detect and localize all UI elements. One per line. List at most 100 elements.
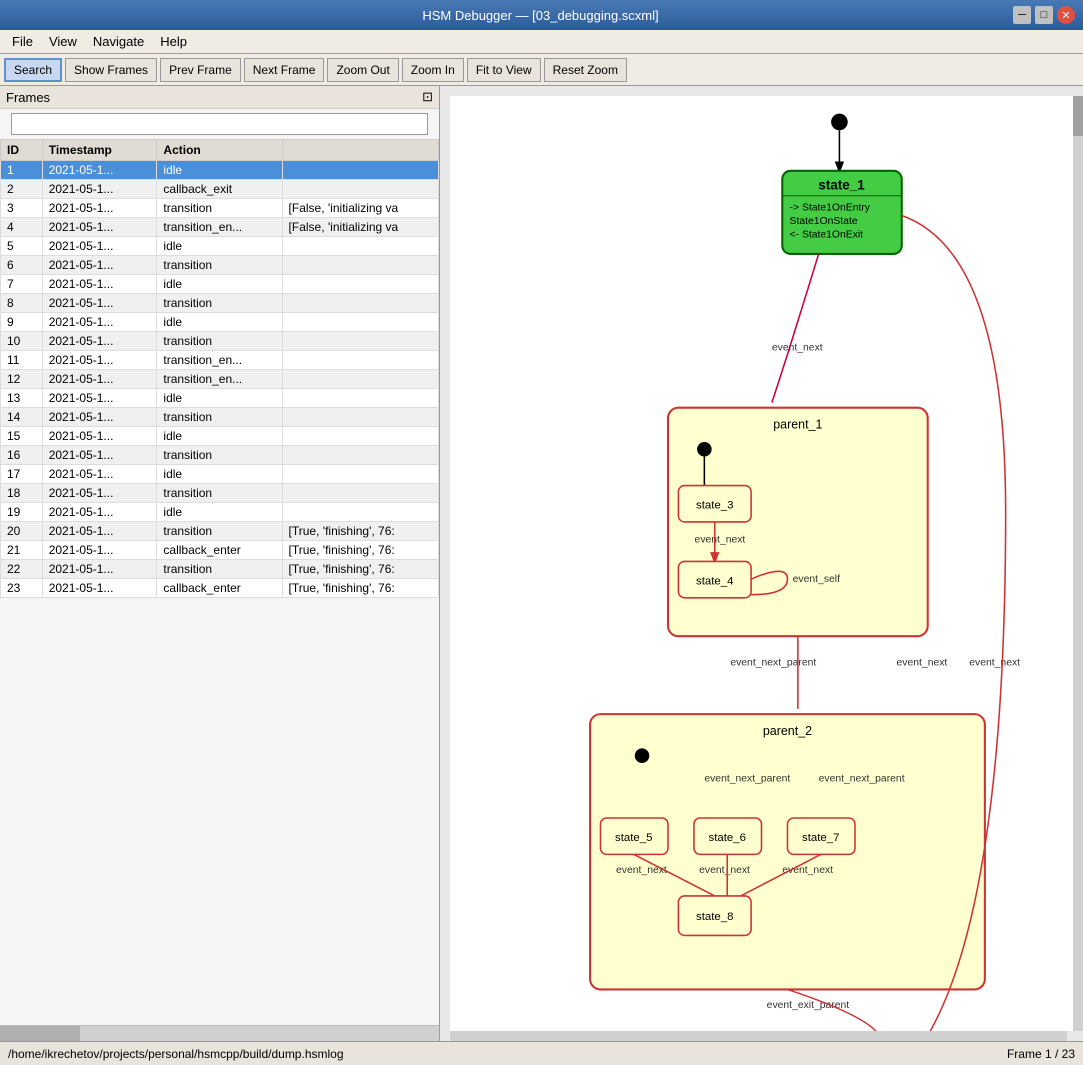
cell-extra — [282, 161, 438, 180]
right-panel: state_1 -> State1OnEntry State1OnState <… — [440, 86, 1083, 1041]
cell-extra: [False, 'initializing va — [282, 199, 438, 218]
cell-timestamp: 2021-05-1... — [42, 275, 157, 294]
fit-to-view-button[interactable]: Fit to View — [467, 58, 541, 82]
menu-navigate[interactable]: Navigate — [85, 32, 152, 51]
table-row[interactable]: 3 2021-05-1... transition [False, 'initi… — [1, 199, 439, 218]
cell-timestamp: 2021-05-1... — [42, 579, 157, 598]
label-event-next-parent-1: event_next_parent — [730, 657, 816, 668]
cell-extra — [282, 389, 438, 408]
table-row[interactable]: 9 2021-05-1... idle — [1, 313, 439, 332]
table-row[interactable]: 17 2021-05-1... idle — [1, 465, 439, 484]
col-id: ID — [1, 140, 43, 161]
cell-action: idle — [157, 427, 282, 446]
cell-extra: [False, 'initializing va — [282, 218, 438, 237]
cell-id: 8 — [1, 294, 43, 313]
parent-1-label: parent_1 — [773, 417, 822, 431]
table-row[interactable]: 14 2021-05-1... transition — [1, 408, 439, 427]
menu-view[interactable]: View — [41, 32, 85, 51]
cell-id: 18 — [1, 484, 43, 503]
label-event-next-p1-r: event_next — [897, 657, 948, 668]
cell-action: idle — [157, 161, 282, 180]
table-row[interactable]: 5 2021-05-1... idle — [1, 237, 439, 256]
table-row[interactable]: 4 2021-05-1... transition_en... [False, … — [1, 218, 439, 237]
window-title: HSM Debugger — [03_debugging.scxml] — [68, 8, 1013, 23]
cell-id: 9 — [1, 313, 43, 332]
maximize-button[interactable]: □ — [1035, 6, 1053, 24]
cell-action: transition — [157, 294, 282, 313]
table-row[interactable]: 15 2021-05-1... idle — [1, 427, 439, 446]
menu-help[interactable]: Help — [152, 32, 195, 51]
cell-timestamp: 2021-05-1... — [42, 408, 157, 427]
cell-extra — [282, 294, 438, 313]
label-enp-p2-1: event_next_parent — [704, 774, 790, 785]
cell-id: 17 — [1, 465, 43, 484]
cell-timestamp: 2021-05-1... — [42, 180, 157, 199]
cell-action: transition — [157, 522, 282, 541]
cell-extra — [282, 427, 438, 446]
cell-id: 10 — [1, 332, 43, 351]
frames-table-container[interactable]: ID Timestamp Action 1 2021-05-1... idle … — [0, 139, 439, 1025]
cell-action: idle — [157, 237, 282, 256]
table-row[interactable]: 19 2021-05-1... idle — [1, 503, 439, 522]
label-enp-p2-2: event_next_parent — [819, 774, 905, 785]
cell-extra — [282, 237, 438, 256]
table-row[interactable]: 23 2021-05-1... callback_enter [True, 'f… — [1, 579, 439, 598]
cell-extra — [282, 446, 438, 465]
frames-search-input[interactable] — [11, 113, 428, 135]
left-panel: Frames ⊡ ID Timestamp Action 1 2021-05-1… — [0, 86, 440, 1041]
table-row[interactable]: 10 2021-05-1... transition — [1, 332, 439, 351]
cell-extra — [282, 275, 438, 294]
zoom-in-button[interactable]: Zoom In — [402, 58, 464, 82]
table-row[interactable]: 21 2021-05-1... callback_enter [True, 'f… — [1, 541, 439, 560]
show-frames-button[interactable]: Show Frames — [65, 58, 157, 82]
table-row[interactable]: 20 2021-05-1... transition [True, 'finis… — [1, 522, 439, 541]
col-extra — [282, 140, 438, 161]
parent-2-label: parent_2 — [763, 724, 812, 738]
table-row[interactable]: 11 2021-05-1... transition_en... — [1, 351, 439, 370]
cell-extra — [282, 351, 438, 370]
state-3-label: state_3 — [696, 499, 733, 511]
close-button[interactable]: ✕ — [1057, 6, 1075, 24]
state-4-label: state_4 — [696, 575, 734, 587]
search-button[interactable]: Search — [4, 58, 62, 82]
minimize-button[interactable]: ─ — [1013, 6, 1031, 24]
h-scrollbar[interactable] — [0, 1025, 439, 1041]
cell-action: transition — [157, 446, 282, 465]
cell-extra: [True, 'finishing', 76: — [282, 560, 438, 579]
table-row[interactable]: 6 2021-05-1... transition — [1, 256, 439, 275]
cell-timestamp: 2021-05-1... — [42, 237, 157, 256]
cell-id: 12 — [1, 370, 43, 389]
cell-id: 3 — [1, 199, 43, 218]
cell-timestamp: 2021-05-1... — [42, 465, 157, 484]
table-row[interactable]: 13 2021-05-1... idle — [1, 389, 439, 408]
table-row[interactable]: 12 2021-05-1... transition_en... — [1, 370, 439, 389]
state-5-label: state_5 — [615, 832, 652, 844]
table-row[interactable]: 7 2021-05-1... idle — [1, 275, 439, 294]
menu-file[interactable]: File — [4, 32, 41, 51]
menu-bar: File View Navigate Help — [0, 30, 1083, 54]
state-1-entry: -> State1OnEntry — [790, 202, 871, 213]
zoom-out-button[interactable]: Zoom Out — [327, 58, 398, 82]
table-row[interactable]: 16 2021-05-1... transition — [1, 446, 439, 465]
cell-action: callback_enter — [157, 541, 282, 560]
prev-frame-button[interactable]: Prev Frame — [160, 58, 241, 82]
cell-action: transition_en... — [157, 370, 282, 389]
diagram-area[interactable]: state_1 -> State1OnEntry State1OnState <… — [440, 86, 1083, 1041]
table-row[interactable]: 18 2021-05-1... transition — [1, 484, 439, 503]
table-row[interactable]: 2 2021-05-1... callback_exit — [1, 180, 439, 199]
table-row[interactable]: 8 2021-05-1... transition — [1, 294, 439, 313]
cell-id: 5 — [1, 237, 43, 256]
cell-action: idle — [157, 389, 282, 408]
cell-action: transition — [157, 560, 282, 579]
cell-timestamp: 2021-05-1... — [42, 218, 157, 237]
cell-action: callback_exit — [157, 180, 282, 199]
table-row[interactable]: 1 2021-05-1... idle — [1, 161, 439, 180]
table-row[interactable]: 22 2021-05-1... transition [True, 'finis… — [1, 560, 439, 579]
next-frame-button[interactable]: Next Frame — [244, 58, 325, 82]
cell-timestamp: 2021-05-1... — [42, 541, 157, 560]
reset-zoom-button[interactable]: Reset Zoom — [544, 58, 627, 82]
cell-action: transition — [157, 408, 282, 427]
cell-id: 20 — [1, 522, 43, 541]
cell-id: 4 — [1, 218, 43, 237]
cell-timestamp: 2021-05-1... — [42, 161, 157, 180]
